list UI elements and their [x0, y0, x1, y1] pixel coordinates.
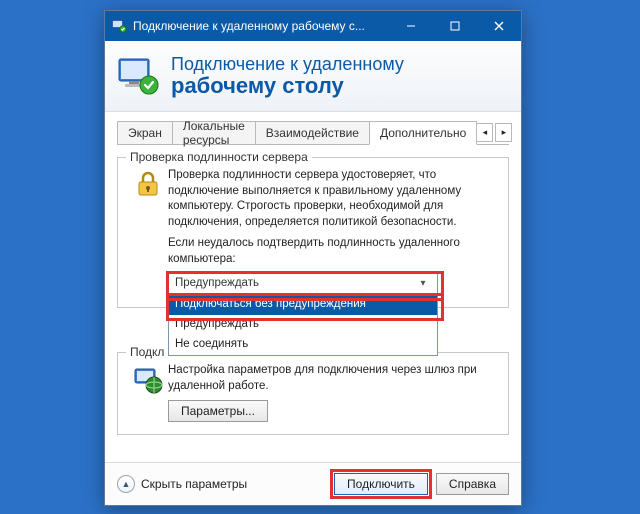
globe-monitor-icon — [132, 363, 164, 398]
window-title: Подключение к удаленному рабочему с... — [133, 19, 389, 33]
tab-experience[interactable]: Взаимодействие — [255, 121, 370, 144]
hide-options-link[interactable]: Скрыть параметры — [141, 477, 247, 491]
minimize-button[interactable] — [389, 11, 433, 41]
auth-combo[interactable]: Предупреждать ▾ — [168, 273, 438, 295]
group-server-auth-legend: Проверка подлинности сервера — [126, 150, 312, 164]
close-button[interactable] — [477, 11, 521, 41]
auth-option-dont-connect[interactable]: Не соединять — [169, 335, 437, 355]
tab-advanced[interactable]: Дополнительно — [369, 121, 477, 145]
rdp-icon — [111, 18, 127, 34]
auth-combo-value: Предупреждать — [175, 276, 415, 292]
banner: Подключение к удаленному рабочему столу — [105, 41, 521, 112]
tab-display[interactable]: Экран — [117, 121, 173, 144]
collapse-icon[interactable]: ▲ — [117, 475, 135, 493]
rdp-window: Подключение к удаленному рабочему с... П… — [104, 10, 522, 506]
connect-button[interactable]: Подключить — [334, 473, 428, 495]
gateway-params-button[interactable]: Параметры... — [168, 400, 268, 422]
chevron-down-icon: ▾ — [415, 277, 431, 291]
tab-strip: Экран Локальные ресурсы Взаимодействие Д… — [117, 120, 509, 145]
group-gateway: Подкл Настройка параметров для по — [117, 352, 509, 435]
gateway-description: Настройка параметров для подключения чер… — [168, 363, 498, 394]
auth-dropdown: Подключаться без предупреждения Предупре… — [168, 294, 438, 356]
auth-option-warn[interactable]: Предупреждать — [169, 315, 437, 335]
tab-local-resources[interactable]: Локальные ресурсы — [172, 121, 256, 144]
group-server-auth: Проверка подлинности сервера Проверка по… — [117, 157, 509, 308]
footer: ▲ Скрыть параметры Подключить Справка — [105, 462, 521, 505]
tab-scroll-left[interactable]: ◂ — [476, 123, 493, 142]
auth-prompt: Если неудалось подтвердить подлинность у… — [168, 236, 498, 267]
auth-combo-wrap: Предупреждать ▾ Подключаться без предупр… — [168, 273, 498, 295]
tab-scroll-right[interactable]: ▸ — [495, 123, 512, 142]
dialog-body: Экран Локальные ресурсы Взаимодействие Д… — [105, 112, 521, 462]
lock-icon — [132, 168, 164, 203]
rdp-banner-icon — [115, 53, 161, 99]
banner-line2: рабочему столу — [171, 73, 404, 98]
auth-description: Проверка подлинности сервера удостоверяе… — [168, 168, 498, 230]
auth-option-connect-no-warn[interactable]: Подключаться без предупреждения — [169, 295, 437, 315]
group-gateway-legend: Подкл — [126, 345, 168, 359]
titlebar[interactable]: Подключение к удаленному рабочему с... — [105, 11, 521, 41]
maximize-button[interactable] — [433, 11, 477, 41]
banner-line1: Подключение к удаленному — [171, 54, 404, 75]
help-button[interactable]: Справка — [436, 473, 509, 495]
